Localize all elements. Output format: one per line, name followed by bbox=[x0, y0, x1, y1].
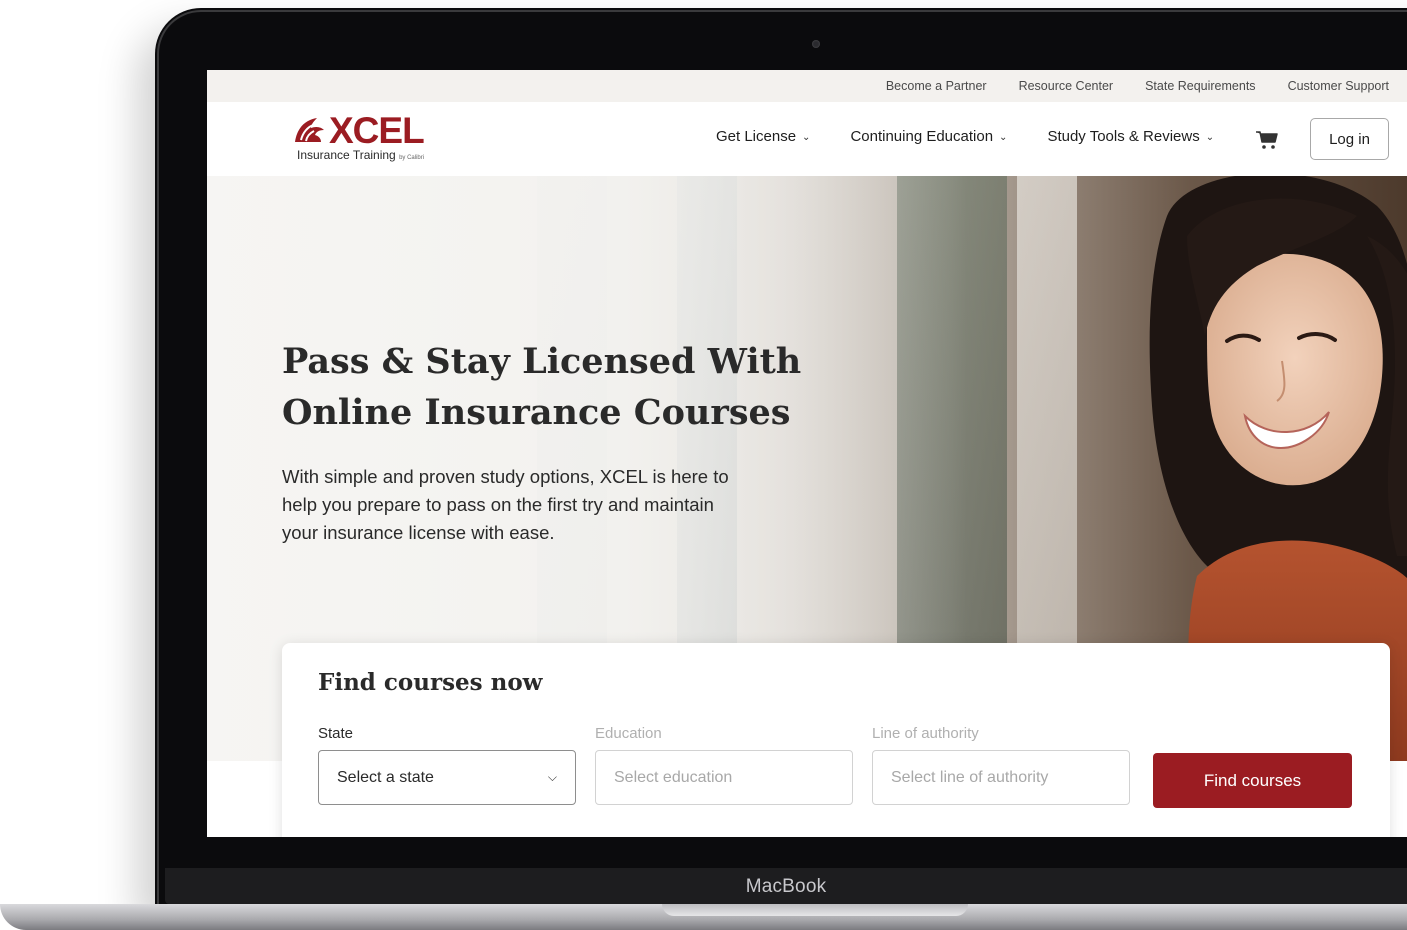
logo-tagline-text: Insurance Training bbox=[297, 148, 396, 162]
camera-dot bbox=[812, 40, 820, 48]
find-courses-button[interactable]: Find courses bbox=[1153, 753, 1352, 808]
authority-select-value: Select line of authority bbox=[891, 768, 1049, 786]
state-label: State bbox=[318, 725, 354, 742]
lion-logo-icon bbox=[295, 118, 324, 142]
hero-title: Pass & Stay Licensed With Online Insuran… bbox=[282, 336, 842, 438]
utility-nav: Become a Partner Resource Center State R… bbox=[207, 70, 1407, 102]
nav-item-label: Study Tools & Reviews bbox=[1047, 128, 1200, 145]
authority-select[interactable]: Select line of authority bbox=[872, 750, 1130, 805]
utility-link-become-partner[interactable]: Become a Partner bbox=[886, 79, 987, 93]
state-select-value: Select a state bbox=[337, 768, 434, 786]
nav-item-study-tools[interactable]: Study Tools & Reviews ⌄ bbox=[1047, 128, 1214, 145]
education-label: Education bbox=[595, 725, 662, 742]
state-select[interactable]: Select a state ⌵ bbox=[318, 750, 576, 805]
education-select-value: Select education bbox=[614, 768, 733, 786]
nav-item-label: Get License bbox=[716, 128, 797, 145]
authority-field: Line of authority Select line of authori… bbox=[872, 725, 1130, 805]
utility-link-state-requirements[interactable]: State Requirements bbox=[1145, 79, 1255, 93]
chevron-down-icon: ⌵ bbox=[547, 770, 557, 784]
browser-screen: Become a Partner Resource Center State R… bbox=[207, 70, 1407, 837]
laptop-chin: MacBook bbox=[165, 868, 1407, 904]
laptop-base-notch bbox=[662, 904, 968, 916]
state-field: State Select a state ⌵ bbox=[318, 725, 576, 805]
nav-item-continuing-education[interactable]: Continuing Education ⌄ bbox=[850, 128, 1007, 145]
device-brand-label: MacBook bbox=[745, 876, 827, 897]
utility-link-resource-center[interactable]: Resource Center bbox=[1019, 79, 1114, 93]
logo-tagline: Insurance Training by Calibri bbox=[297, 148, 424, 162]
hero-title-line2: Online Insurance Courses bbox=[282, 392, 791, 433]
authority-label: Line of authority bbox=[872, 725, 979, 742]
device-mockup: Become a Partner Resource Center State R… bbox=[0, 0, 1407, 930]
chevron-down-icon: ⌄ bbox=[1205, 132, 1215, 143]
login-button[interactable]: Log in bbox=[1310, 118, 1389, 160]
chevron-down-icon: ⌄ bbox=[999, 132, 1008, 143]
main-nav: Get License ⌄ Continuing Education ⌄ Stu… bbox=[716, 128, 1214, 145]
logo-wordmark: XCEL bbox=[329, 110, 425, 151]
education-field: Education Select education bbox=[595, 725, 853, 805]
hero-description: With simple and proven study options, XC… bbox=[282, 466, 729, 543]
chevron-down-icon: ⌄ bbox=[802, 132, 811, 143]
cart-icon[interactable] bbox=[1255, 130, 1279, 150]
hero-title-line1: Pass & Stay Licensed With bbox=[282, 341, 802, 382]
logo-by-text: by Calibri bbox=[399, 155, 425, 161]
search-card-title: Find courses now bbox=[318, 669, 543, 696]
site-header: XCEL Insurance Training by Calibri Get L… bbox=[207, 102, 1407, 176]
nav-item-label: Continuing Education bbox=[850, 128, 994, 145]
utility-link-customer-support[interactable]: Customer Support bbox=[1288, 79, 1389, 93]
logo[interactable]: XCEL Insurance Training by Calibri bbox=[291, 110, 441, 166]
education-select[interactable]: Select education bbox=[595, 750, 853, 805]
course-search-card: Find courses now State Select a state ⌵ … bbox=[282, 643, 1390, 837]
nav-item-get-license[interactable]: Get License ⌄ bbox=[716, 128, 810, 145]
